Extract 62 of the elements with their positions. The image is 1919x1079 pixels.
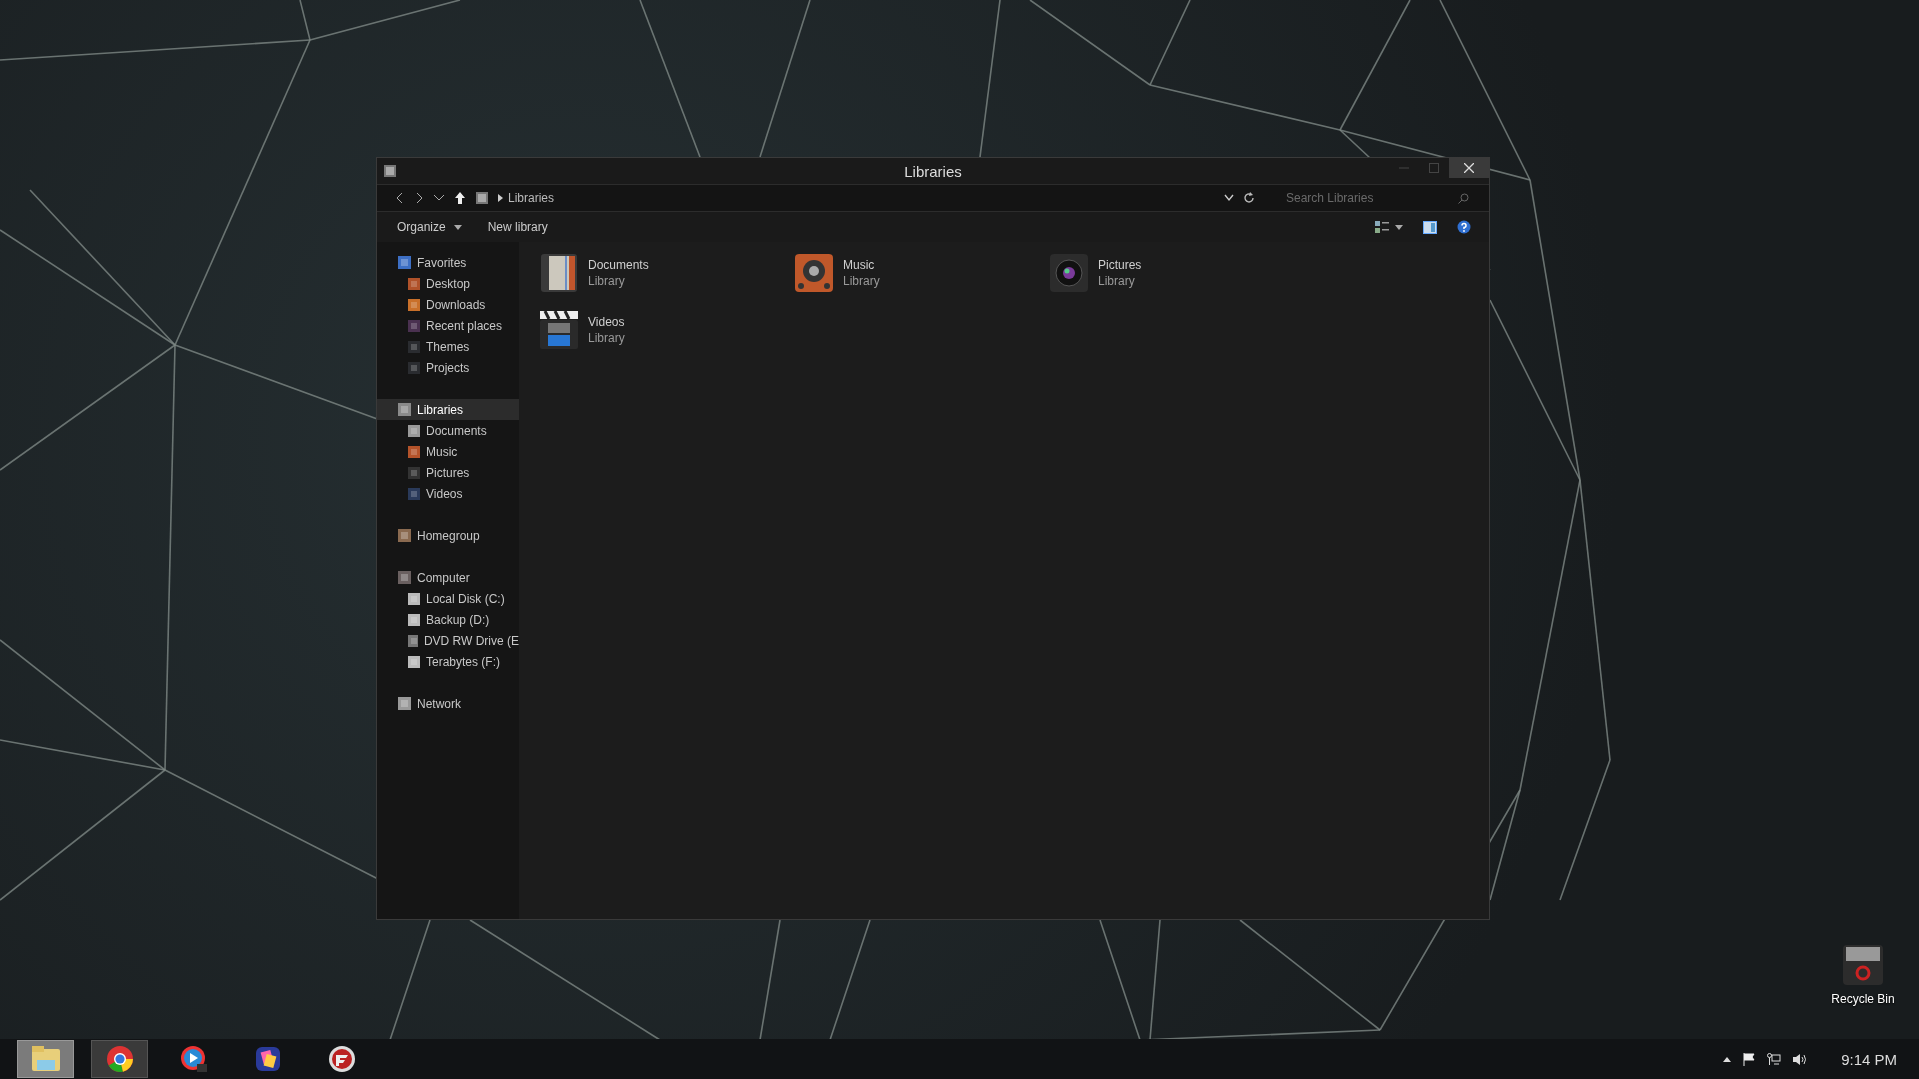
close-button[interactable] <box>1449 158 1489 178</box>
library-item[interactable]: Music Library <box>794 250 1049 296</box>
sidebar-item[interactable]: Local Disk (C:) <box>377 588 519 609</box>
maximize-icon <box>1429 163 1439 173</box>
sidebar-item[interactable]: Projects <box>377 357 519 378</box>
sidebar-item[interactable]: Libraries <box>377 399 519 420</box>
flag-icon[interactable] <box>1743 1052 1756 1066</box>
search-field[interactable]: Search Libraries <box>1284 190 1458 206</box>
sidebar-item[interactable]: Videos <box>377 483 519 504</box>
dropdown-arrow-icon <box>453 224 462 230</box>
library-type: Library <box>588 331 625 345</box>
chevron-down-icon[interactable] <box>433 193 445 203</box>
media-player-icon <box>179 1045 208 1073</box>
sidebar-item[interactable]: Desktop <box>377 273 519 294</box>
up-arrow-icon[interactable] <box>454 191 466 205</box>
sidebar-item[interactable]: Downloads <box>377 294 519 315</box>
caret-up-icon[interactable] <box>1723 1056 1732 1062</box>
sidebar-item[interactable]: DVD RW Drive (E <box>377 630 519 651</box>
library-name: Pictures <box>1098 258 1142 272</box>
library-item[interactable]: Videos Library <box>539 307 794 353</box>
sidebar-item[interactable]: Homegroup <box>377 525 519 546</box>
sidebar-item[interactable]: Pictures <box>377 462 519 483</box>
breadcrumb[interactable]: Libraries <box>508 191 555 205</box>
volume-icon[interactable] <box>1793 1052 1808 1066</box>
search-icon <box>1458 192 1469 204</box>
forward-icon[interactable] <box>414 192 424 204</box>
library-type: Library <box>843 274 880 288</box>
toolbar-button[interactable]: New library <box>477 216 558 238</box>
sidebar-item[interactable]: Terabytes (F:) <box>377 651 519 672</box>
library-name: Music <box>843 258 876 272</box>
clock[interactable]: 9:14 PM <box>1841 1050 1897 1068</box>
view-options-icon[interactable] <box>1375 221 1389 233</box>
sidebar-item[interactable]: Favorites <box>377 252 519 273</box>
sidebar-item[interactable]: Documents <box>377 420 519 441</box>
chevron-down-icon[interactable] <box>1224 194 1234 202</box>
library-type: Library <box>1098 274 1136 288</box>
browser-icon <box>105 1045 134 1073</box>
sidebar-item[interactable]: Recent places <box>377 315 519 336</box>
sidebar-item[interactable]: Network <box>377 693 519 714</box>
sidebar-item[interactable]: Music <box>377 441 519 462</box>
close-icon <box>1464 163 1474 173</box>
taskbar-button[interactable] <box>91 1040 148 1078</box>
toolbar-button[interactable]: Organize <box>387 216 472 238</box>
refresh-icon[interactable] <box>1243 192 1255 204</box>
game-logo-icon <box>327 1045 356 1073</box>
preview-pane-icon[interactable] <box>1423 220 1437 234</box>
photo-gallery-icon <box>253 1045 282 1073</box>
desktop-icon-label[interactable]: Recycle Bin <box>1831 992 1895 1006</box>
help-icon[interactable] <box>1457 220 1471 234</box>
sidebar-item[interactable]: Backup (D:) <box>377 609 519 630</box>
dropdown-arrow-icon[interactable] <box>1395 224 1403 230</box>
sidebar-item[interactable]: Themes <box>377 336 519 357</box>
library-name: Videos <box>588 315 625 329</box>
recycle-bin-icon[interactable] <box>1842 944 1884 986</box>
sidebar-item[interactable]: Computer <box>377 567 519 588</box>
library-type: Library <box>588 274 626 288</box>
library-name: Documents <box>588 258 649 272</box>
library-item[interactable]: Pictures Library <box>1049 250 1304 296</box>
window-title: Libraries <box>904 162 962 180</box>
back-icon[interactable] <box>395 192 405 204</box>
breadcrumb-arrow-icon <box>498 194 503 202</box>
library-item[interactable]: Documents Library <box>539 250 794 296</box>
